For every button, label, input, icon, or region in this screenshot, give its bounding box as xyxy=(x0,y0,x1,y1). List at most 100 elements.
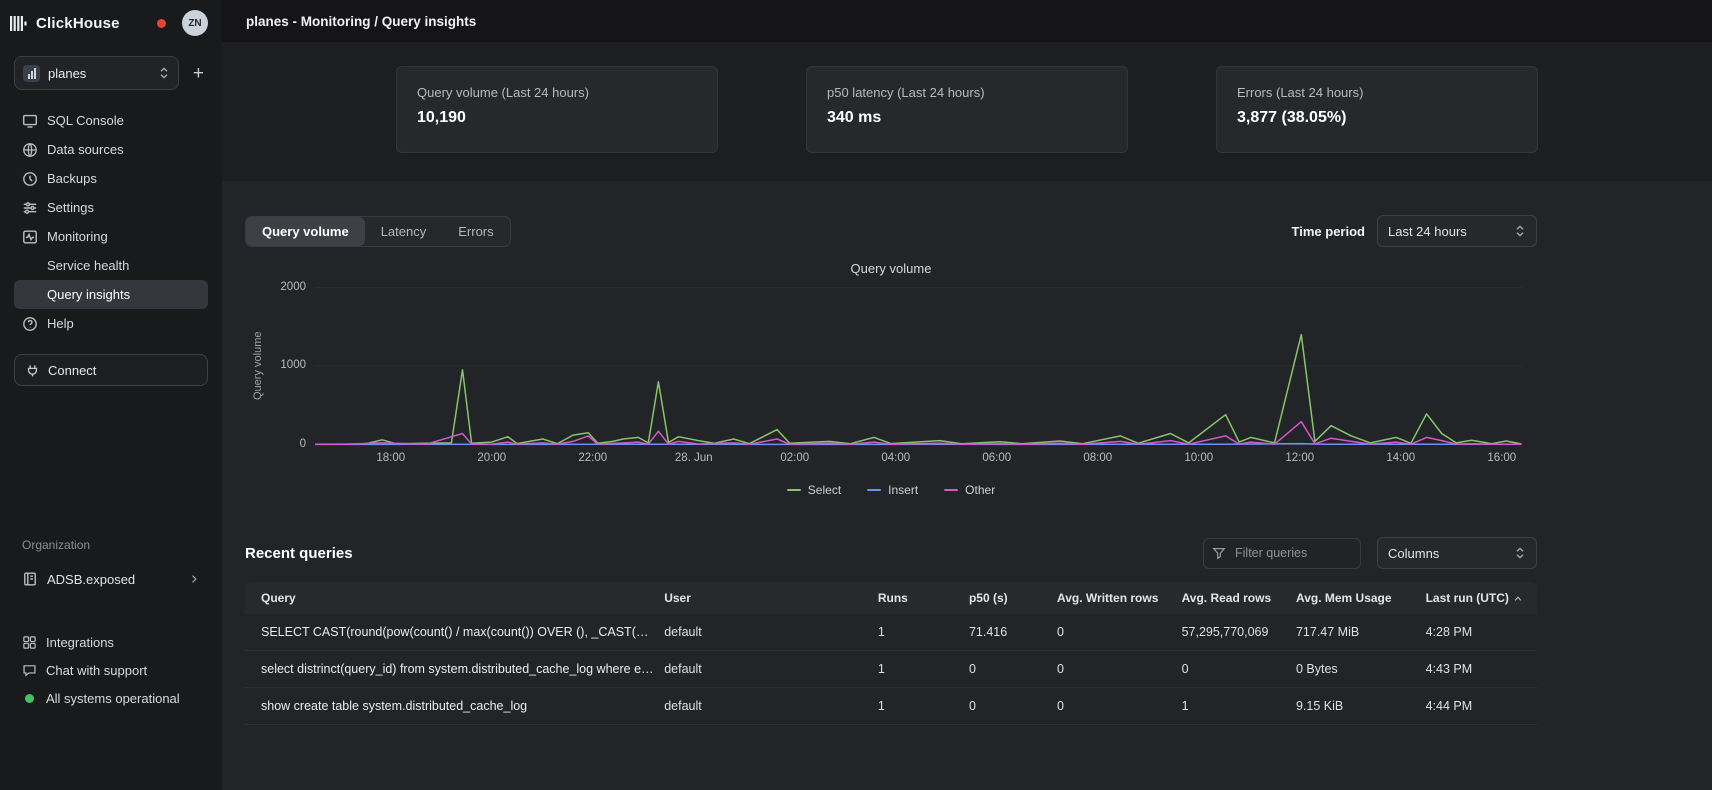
legend-item-insert[interactable]: Insert xyxy=(867,483,918,497)
cell-value: 0 xyxy=(969,688,1057,725)
monitoring-icon xyxy=(22,229,38,245)
service-icon xyxy=(23,65,40,82)
legend-item-other[interactable]: Other xyxy=(944,483,995,497)
columns-select-value: Columns xyxy=(1388,546,1439,561)
footer-item-label: Integrations xyxy=(46,635,114,650)
legend-swatch xyxy=(867,489,881,492)
cell-value: 57,295,770,069 xyxy=(1182,614,1296,651)
connect-button[interactable]: Connect xyxy=(14,354,208,386)
cell-value: 4:28 PM xyxy=(1426,614,1537,651)
status-ok-dot xyxy=(25,694,34,703)
sidebar-item-service-health[interactable]: Service health xyxy=(14,251,208,280)
chat-icon xyxy=(22,663,37,678)
legend-label: Insert xyxy=(888,483,918,497)
x-tick-label: 02:00 xyxy=(780,452,809,464)
recent-queries-table: QueryUserRunsp50 (s)Avg. Written rowsAvg… xyxy=(245,582,1537,725)
column-header[interactable]: p50 (s) xyxy=(969,582,1057,614)
column-header[interactable]: Last run (UTC) xyxy=(1426,582,1537,614)
sidebar-item-query-insights[interactable]: Query insights xyxy=(14,280,208,309)
connect-icon xyxy=(25,363,40,378)
column-header[interactable]: Query xyxy=(245,582,664,614)
chevron-updown-icon xyxy=(158,66,170,80)
sidebar-item-label: Monitoring xyxy=(47,229,108,244)
add-service-button[interactable]: + xyxy=(189,62,208,85)
chart-legend: Select Insert Other xyxy=(245,483,1537,497)
query-row[interactable]: show create table system.distributed_cac… xyxy=(245,688,1537,725)
legend-item-select[interactable]: Select xyxy=(787,483,841,497)
help-icon xyxy=(22,316,38,332)
sort-ascending-icon xyxy=(1513,594,1523,603)
tab-latency[interactable]: Latency xyxy=(365,217,443,246)
legend-swatch xyxy=(944,489,958,492)
tab-errors[interactable]: Errors xyxy=(442,217,509,246)
stats-band: Query volume (Last 24 hours) 10,190 p50 … xyxy=(222,42,1712,181)
user-avatar[interactable]: ZN xyxy=(182,10,208,36)
time-period-label: Time period xyxy=(1292,224,1365,239)
sidebar-item-label: Service health xyxy=(47,258,129,273)
time-period-select[interactable]: Last 24 hours xyxy=(1377,215,1537,247)
cell-value: 717.47 MiB xyxy=(1296,614,1426,651)
sidebar: ClickHouse ZN planes + SQL Console Data … xyxy=(0,0,222,790)
cell-value: 1 xyxy=(878,651,969,688)
cell-value: 9.15 KiB xyxy=(1296,688,1426,725)
columns-select[interactable]: Columns xyxy=(1377,537,1537,569)
stat-value: 3,877 (38.05%) xyxy=(1237,109,1517,127)
stat-label: Errors (Last 24 hours) xyxy=(1237,85,1517,100)
sidebar-item-label: SQL Console xyxy=(47,113,124,128)
connect-label: Connect xyxy=(48,363,96,378)
sidebar-item-backups[interactable]: Backups xyxy=(14,164,208,193)
column-header[interactable]: User xyxy=(664,582,878,614)
x-tick-label: 06:00 xyxy=(982,452,1011,464)
stat-label: p50 latency (Last 24 hours) xyxy=(827,85,1107,100)
globe-icon xyxy=(22,142,38,158)
query-row[interactable]: SELECT CAST(round(pow(count() / max(coun… xyxy=(245,614,1537,651)
clock-icon xyxy=(22,171,38,187)
chart-plot xyxy=(315,286,1522,446)
cell-value: 0 Bytes xyxy=(1296,651,1426,688)
sidebar-item-integrations[interactable]: Integrations xyxy=(14,628,208,656)
cell-value: 0 xyxy=(1057,614,1182,651)
cell-value: 4:43 PM xyxy=(1426,651,1537,688)
chart-x-ticks: 18:0020:0022:0028. Jun02:0004:0006:0008:… xyxy=(315,452,1522,470)
stat-card-errors: Errors (Last 24 hours) 3,877 (38.05%) xyxy=(1216,66,1538,153)
organization-section-label: Organization xyxy=(14,538,208,552)
clickhouse-logo[interactable]: ClickHouse xyxy=(10,15,120,32)
filter-queries-input[interactable] xyxy=(1203,538,1361,569)
x-tick-label: 08:00 xyxy=(1083,452,1112,464)
x-tick-label: 20:00 xyxy=(477,452,506,464)
column-header[interactable]: Runs xyxy=(878,582,969,614)
x-tick-label: 22:00 xyxy=(578,452,607,464)
query-row[interactable]: select distrinct(query_id) from system.d… xyxy=(245,651,1537,688)
cell-value: 4:44 PM xyxy=(1426,688,1537,725)
table-header-row: QueryUserRunsp50 (s)Avg. Written rowsAvg… xyxy=(245,582,1537,614)
sidebar-item-chat-support[interactable]: Chat with support xyxy=(14,656,208,684)
tab-query-volume[interactable]: Query volume xyxy=(246,217,365,246)
cell-value: 1 xyxy=(878,688,969,725)
sidebar-item-settings[interactable]: Settings xyxy=(14,193,208,222)
chart-title: Query volume xyxy=(245,261,1537,276)
column-header[interactable]: Avg. Written rows xyxy=(1057,582,1182,614)
column-header[interactable]: Avg. Mem Usage xyxy=(1296,582,1426,614)
recent-queries-title: Recent queries xyxy=(245,545,353,562)
sidebar-item-monitoring[interactable]: Monitoring xyxy=(14,222,208,251)
x-tick-label: 16:00 xyxy=(1487,452,1516,464)
system-status-item[interactable]: All systems operational xyxy=(14,684,208,712)
sidebar-item-data-sources[interactable]: Data sources xyxy=(14,135,208,164)
stat-card-p50-latency: p50 latency (Last 24 hours) 340 ms xyxy=(806,66,1128,153)
chart-tabs: Query volume Latency Errors xyxy=(245,216,511,247)
column-header[interactable]: Avg. Read rows xyxy=(1182,582,1296,614)
cell-value: 1 xyxy=(1182,688,1296,725)
service-selector-value: planes xyxy=(48,66,150,81)
sidebar-item-sql-console[interactable]: SQL Console xyxy=(14,106,208,135)
clickhouse-logo-icon xyxy=(10,15,29,32)
chevron-updown-icon xyxy=(1514,224,1526,238)
sliders-icon xyxy=(22,200,38,216)
cell-value: default xyxy=(664,651,878,688)
sidebar-item-help[interactable]: Help xyxy=(14,309,208,338)
service-selector[interactable]: planes xyxy=(14,56,179,90)
organization-item[interactable]: ADSB.exposed xyxy=(14,564,208,594)
page-header: planes - Monitoring / Query insights xyxy=(222,0,1712,42)
x-tick-label: 12:00 xyxy=(1285,452,1314,464)
x-tick-label: 14:00 xyxy=(1386,452,1415,464)
x-tick-label: 18:00 xyxy=(376,452,405,464)
